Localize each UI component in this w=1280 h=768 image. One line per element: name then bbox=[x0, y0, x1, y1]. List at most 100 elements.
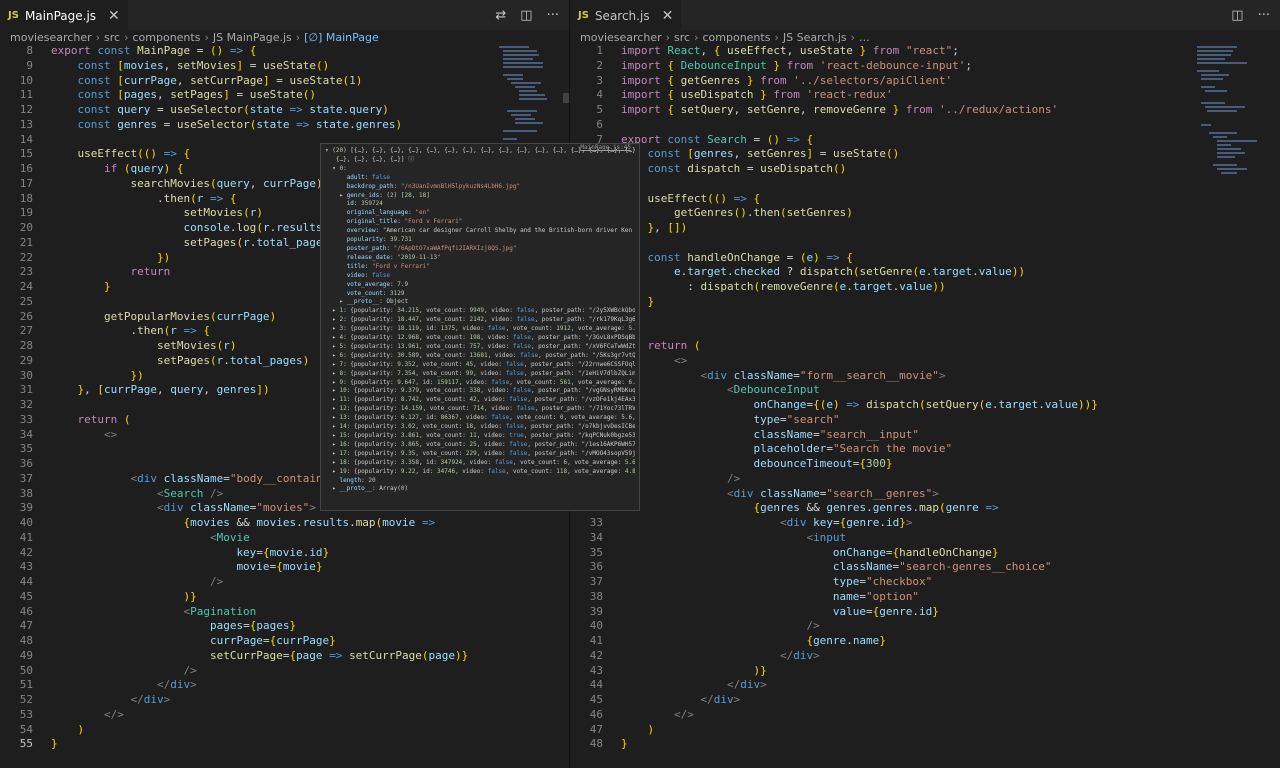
code-line[interactable]: 20 bbox=[570, 324, 1280, 339]
minimap[interactable] bbox=[1195, 44, 1257, 184]
tree-node[interactable]: ▸ 1: {popularity: 34.215, vote_count: 99… bbox=[325, 307, 635, 316]
tree-node[interactable]: ▸ 3: {popularity: 18.119, id: 1375, vide… bbox=[325, 325, 635, 334]
code-line[interactable]: 47 ) bbox=[570, 723, 1280, 738]
compare-changes-icon[interactable]: ⇄ bbox=[495, 8, 506, 23]
tree-node[interactable]: backdrop_path: "/n3UanIvmnBlH5lpykuzNs4L… bbox=[325, 183, 635, 192]
breadcrumb-item[interactable]: components bbox=[702, 31, 770, 44]
breadcrumb-item[interactable]: moviesearcher bbox=[580, 31, 662, 44]
code-line[interactable]: 24 <DebounceInput bbox=[570, 383, 1280, 398]
code-line[interactable]: 54 ) bbox=[0, 723, 569, 738]
code-line[interactable]: 26 type="search" bbox=[570, 413, 1280, 428]
code-line[interactable]: 34 <input bbox=[570, 531, 1280, 546]
tree-node[interactable]: release_date: "2019-11-13" bbox=[325, 254, 635, 263]
tree-node[interactable]: id: 359724 bbox=[325, 200, 635, 209]
code-line[interactable]: 31 <div className="search__genres"> bbox=[570, 487, 1280, 502]
code-line[interactable]: 40 {movies && movies.results.map(movie =… bbox=[0, 516, 569, 531]
code-line[interactable]: 6 bbox=[570, 118, 1280, 133]
code-line[interactable]: 16 e.target.checked ? dispatch(setGenre(… bbox=[570, 265, 1280, 280]
code-line[interactable]: 44 </div> bbox=[570, 678, 1280, 693]
tree-node[interactable]: original_title: "Ford v Ferrari" bbox=[325, 218, 635, 227]
code-line[interactable]: 41 {genre.name} bbox=[570, 634, 1280, 649]
breadcrumb-item[interactable]: JS MainPage.js bbox=[213, 31, 292, 44]
code-editor-right[interactable]: 1 import React, { useEffect, useState } f… bbox=[570, 44, 1280, 768]
scrollbar-thumb[interactable] bbox=[563, 93, 569, 103]
breadcrumb-item[interactable]: moviesearcher bbox=[10, 31, 92, 44]
code-line[interactable]: 25 onChange={(e) => dispatch(setQuery(e.… bbox=[570, 398, 1280, 413]
tree-node[interactable]: ▸ 14: {popularity: 3.02, vote_count: 18,… bbox=[325, 423, 635, 432]
tree-node[interactable]: ▸ 17: {popularity: 9.35, vote_count: 229… bbox=[325, 450, 635, 459]
tree-node[interactable]: vote_average: 7.9 bbox=[325, 281, 635, 290]
code-line[interactable]: 8 const [genres, setGenres] = useState() bbox=[570, 147, 1280, 162]
code-line[interactable]: 22 <> bbox=[570, 354, 1280, 369]
code-line[interactable]: 36 className="search-genres__choice" bbox=[570, 560, 1280, 575]
code-line[interactable]: 15 const handleOnChange = (e) => { bbox=[570, 251, 1280, 266]
code-line[interactable]: 11 const [pages, setPages] = useState() bbox=[0, 88, 569, 103]
tree-node[interactable]: ▸ 12: {popularity: 14.159, vote_count: 7… bbox=[325, 405, 635, 414]
code-line[interactable]: 11 useEffect(() => { bbox=[570, 192, 1280, 207]
tree-node[interactable]: vote_count: 3129 bbox=[325, 290, 635, 299]
tree-node[interactable]: title: "Ford v Ferrari" bbox=[325, 263, 635, 272]
tab-search[interactable]: JS Search.js ✕ bbox=[570, 0, 682, 30]
code-line[interactable]: 45 </div> bbox=[570, 693, 1280, 708]
close-icon[interactable]: ✕ bbox=[108, 8, 120, 24]
tree-node[interactable]: ▾ 0: bbox=[325, 165, 635, 174]
code-line[interactable]: 46 <Pagination bbox=[0, 605, 569, 620]
code-line[interactable]: 23 <div className="form__search__movie"> bbox=[570, 369, 1280, 384]
split-editor-icon[interactable]: ◫ bbox=[1231, 8, 1243, 23]
tree-node[interactable]: ▸ 19: {popularity: 9.22, id: 34746, vide… bbox=[325, 468, 635, 477]
tree-node[interactable]: ▸ 15: {popularity: 3.861, vote_count: 11… bbox=[325, 432, 635, 441]
code-line[interactable]: 53 </> bbox=[0, 708, 569, 723]
code-line[interactable]: 19 bbox=[570, 310, 1280, 325]
tree-node[interactable]: ▸ __proto__: Array(0) bbox=[325, 485, 635, 494]
tree-node[interactable]: ▸ 9: {popularity: 9.647, id: 159117, vid… bbox=[325, 379, 635, 388]
code-line[interactable]: 28 placeholder="Search the movie" bbox=[570, 442, 1280, 457]
breadcrumb-symbol[interactable]: [∅] MainPage bbox=[304, 31, 379, 44]
more-actions-icon[interactable]: ··· bbox=[1258, 8, 1270, 23]
code-line[interactable]: 46 </> bbox=[570, 708, 1280, 723]
tree-node[interactable]: length: 20 bbox=[325, 477, 635, 486]
code-line[interactable]: 40 /> bbox=[570, 619, 1280, 634]
code-line[interactable]: 51 </div> bbox=[0, 678, 569, 693]
code-line[interactable]: 33 <div key={genre.id}> bbox=[570, 516, 1280, 531]
code-line[interactable]: 8 export const MainPage = () => { bbox=[0, 44, 569, 59]
tree-node[interactable]: ▸ genre_ids: (2) [28, 18] bbox=[325, 192, 635, 201]
tree-node[interactable]: popularity: 39.731 bbox=[325, 236, 635, 245]
tree-node[interactable]: ▸ 7: {popularity: 9.352, vote_count: 45,… bbox=[325, 361, 635, 370]
code-line[interactable]: 48} bbox=[570, 737, 1280, 752]
tree-node[interactable]: ▸ 2: {popularity: 18.447, vote_count: 21… bbox=[325, 316, 635, 325]
tree-node[interactable]: ▸ 4: {popularity: 12.968, vote_count: 19… bbox=[325, 334, 635, 343]
tree-node[interactable]: ▸ 16: {popularity: 3.865, vote_count: 25… bbox=[325, 441, 635, 450]
code-line[interactable]: 1 import React, { useEffect, useState } f… bbox=[570, 44, 1280, 59]
code-line[interactable]: 9 const dispatch = useDispatch() bbox=[570, 162, 1280, 177]
tree-node[interactable]: ▸ 6: {popularity: 30.589, vote_count: 13… bbox=[325, 352, 635, 361]
breadcrumb-item[interactable]: JS Search.js bbox=[783, 31, 847, 44]
tree-node[interactable]: ▸ 5: {popularity: 13.961, vote_count: 75… bbox=[325, 343, 635, 352]
breadcrumb-item[interactable]: ... bbox=[859, 31, 870, 44]
code-line[interactable]: 47 pages={pages} bbox=[0, 619, 569, 634]
code-line[interactable]: 43 )} bbox=[570, 664, 1280, 679]
breadcrumb-item[interactable]: src bbox=[674, 31, 690, 44]
source-link[interactable]: MainPage.js:45 bbox=[580, 144, 631, 153]
tree-node[interactable]: video: false bbox=[325, 272, 635, 281]
tree-node[interactable]: original_language: "en" bbox=[325, 209, 635, 218]
tree-node[interactable]: overview: "American car designer Carroll… bbox=[325, 227, 635, 236]
code-line[interactable]: 2 import { DebounceInput } from 'react-de… bbox=[570, 59, 1280, 74]
object-tree[interactable]: ▾ (20) [{…}, {…}, {…}, {…}, {…}, {…}, {…… bbox=[325, 147, 635, 494]
code-line[interactable]: 10 const [currPage, setCurrPage] = useSt… bbox=[0, 74, 569, 89]
code-line[interactable]: 5 import { setQuery, setGenre, removeGenr… bbox=[570, 103, 1280, 118]
close-icon[interactable]: ✕ bbox=[662, 8, 674, 24]
code-line[interactable]: 49 setCurrPage={page => setCurrPage(page… bbox=[0, 649, 569, 664]
code-line[interactable]: 9 const [movies, setMovies] = useState() bbox=[0, 59, 569, 74]
tree-node[interactable]: {…}, {…}, {…}, {…}] ⓘ bbox=[325, 156, 635, 165]
code-line[interactable]: 29 debounceTimeout={300} bbox=[570, 457, 1280, 472]
code-line[interactable]: 50 /> bbox=[0, 664, 569, 679]
code-line[interactable]: 43 movie={movie} bbox=[0, 560, 569, 575]
code-line[interactable]: 3 import { getGenres } from '../selectors… bbox=[570, 74, 1280, 89]
code-line[interactable]: 45 )} bbox=[0, 590, 569, 605]
code-line[interactable]: 13 const genres = useSelector(state => s… bbox=[0, 118, 569, 133]
tree-node[interactable]: ▸ 10: {popularity: 9.379, vote_count: 33… bbox=[325, 387, 635, 396]
code-line[interactable]: 32 {genres && genres.genres.map(genre => bbox=[570, 501, 1280, 516]
more-actions-icon[interactable]: ··· bbox=[547, 8, 559, 23]
tree-node[interactable]: poster_path: "/6ApDtO7xaWAfPqfi2IARXIzj8… bbox=[325, 245, 635, 254]
code-line[interactable]: 42 key={movie.id} bbox=[0, 546, 569, 561]
